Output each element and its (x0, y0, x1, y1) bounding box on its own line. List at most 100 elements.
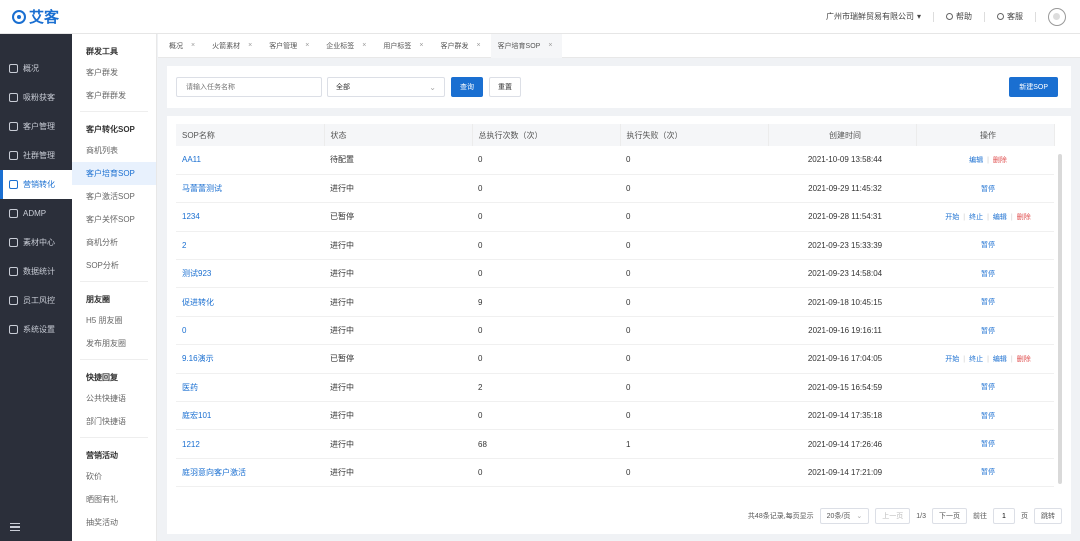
sop-name-link[interactable]: 庭羽意向客户激活 (176, 458, 324, 488)
sidebar-item[interactable]: 素材中心 (0, 228, 72, 257)
action-link[interactable]: 开始 (945, 356, 959, 363)
action-link[interactable]: 删除 (1017, 356, 1031, 363)
close-icon[interactable]: × (362, 42, 366, 49)
sop-name-link[interactable]: 客户培育SOP测试 (176, 486, 324, 496)
subnav-item[interactable]: 客户激活SOP (72, 185, 156, 208)
query-button[interactable]: 查询 (451, 77, 483, 97)
action-link[interactable]: 开始 (945, 214, 959, 221)
action-link[interactable]: 暂停 (981, 186, 995, 193)
total-records: 共48条记录,每页显示 (747, 513, 814, 520)
page-tab[interactable]: 客户群发 × (433, 34, 490, 58)
new-sop-button[interactable]: 新建SOP (1009, 77, 1058, 97)
page-tab[interactable]: 火箭素材 × (205, 34, 262, 58)
company-switcher[interactable]: 广州市瑞鲜贸易有限公司 ▾ (826, 11, 921, 22)
next-page-button[interactable]: 下一页 (932, 508, 967, 524)
action-link[interactable]: 终止 (969, 214, 983, 221)
action-link[interactable]: 暂停 (981, 242, 995, 249)
subnav-item[interactable]: 商机分析 (72, 231, 156, 254)
action-link[interactable]: 删除 (993, 157, 1007, 164)
table-scrollbar[interactable] (1058, 154, 1062, 484)
page-tab[interactable]: 客户管理 × (262, 34, 319, 58)
subnav-item[interactable]: 发布朋友圈 (72, 332, 156, 355)
action-link[interactable]: 暂停 (981, 384, 995, 391)
sidebar-item[interactable]: 社群管理 (0, 141, 72, 170)
status-select[interactable]: 全部 ⌄ (327, 77, 445, 97)
sop-name-link[interactable]: 2 (176, 231, 324, 261)
avatar[interactable] (1048, 7, 1066, 26)
close-icon[interactable]: × (305, 42, 309, 49)
sop-name-link[interactable]: 马蕾蕾测试 (176, 174, 324, 204)
help-label: 帮助 (956, 12, 972, 21)
failed-cell: 0 (620, 259, 768, 289)
page-size-select[interactable]: 20条/页 ⌄ (819, 508, 870, 524)
shield-icon (9, 296, 18, 305)
sidebar-item[interactable]: 概况 (0, 54, 72, 83)
subnav-item[interactable]: H5 朋友圈 (72, 309, 156, 332)
prev-page-button[interactable]: 上一页 (875, 508, 911, 524)
sop-name-link[interactable]: 测试923 (176, 259, 324, 289)
close-icon[interactable]: × (419, 42, 423, 49)
page-tab[interactable]: 企业标签 × (319, 34, 376, 58)
subnav-item[interactable]: 订单返利 (72, 534, 156, 541)
help-link[interactable]: 帮助 (946, 11, 972, 22)
subnav-item[interactable]: 砍价 (72, 465, 156, 488)
close-icon[interactable]: × (191, 42, 195, 49)
close-icon[interactable]: × (476, 42, 480, 49)
action-link[interactable]: 暂停 (981, 469, 995, 476)
subnav-item[interactable]: 商机列表 (72, 139, 156, 162)
action-link[interactable]: 暂停 (981, 299, 995, 306)
sop-name-link[interactable]: 促进转化 (176, 287, 324, 317)
app-logo[interactable]: 艾客 (12, 6, 59, 27)
service-link[interactable]: 客服 (997, 11, 1023, 22)
failed-cell: 0 (620, 373, 768, 403)
action-link[interactable]: 暂停 (981, 413, 995, 420)
goto-page-input[interactable] (993, 508, 1015, 524)
status-select-value: 全部 (336, 84, 350, 91)
sidebar-item[interactable]: 系统设置 (0, 315, 72, 344)
action-link[interactable]: 暂停 (981, 271, 995, 278)
total-cell: 0 (472, 231, 620, 261)
sidebar-item[interactable]: ADMP (0, 199, 72, 228)
page-tab[interactable]: 用户标签 × (376, 34, 433, 58)
action-link[interactable]: 终止 (969, 356, 983, 363)
sop-name-link[interactable]: AA11 (176, 146, 324, 175)
subnav-item[interactable]: SOP分析 (72, 254, 156, 277)
page-tab[interactable]: 概况 × (162, 34, 205, 58)
jump-button[interactable]: 跳转 (1034, 508, 1062, 524)
sop-name-link[interactable]: 1212 (176, 429, 324, 459)
sidebar-item[interactable]: 员工风控 (0, 286, 72, 315)
sop-name-link[interactable]: 医药 (176, 373, 324, 403)
subnav-item[interactable]: 客户群发 (72, 61, 156, 84)
close-icon[interactable]: × (548, 42, 552, 49)
subnav-item[interactable]: 客户培育SOP (72, 162, 156, 185)
subnav-item[interactable]: 客户关怀SOP (72, 208, 156, 231)
subnav-item[interactable]: 公共快捷语 (72, 387, 156, 410)
sidebar-item[interactable]: 客户管理 (0, 112, 72, 141)
sop-name-link[interactable]: 0 (176, 316, 324, 346)
action-link[interactable]: 编辑 (993, 214, 1007, 221)
page-tab[interactable]: 客户培育SOP × (490, 33, 563, 58)
sop-name-link[interactable]: 庭宏101 (176, 401, 324, 431)
reset-button[interactable]: 重置 (489, 77, 521, 97)
task-name-input[interactable] (176, 77, 322, 97)
action-link[interactable]: 编辑 (993, 356, 1007, 363)
sop-name-link[interactable]: 1234 (176, 202, 324, 232)
chevron-down-icon: ▾ (916, 12, 921, 21)
action-link[interactable]: 编辑 (969, 157, 983, 164)
table-row: 9.16演示 已暂停 0 0 2021-09-16 17:04:05 开始 | 终止 | 编辑 | 删… (176, 344, 1054, 374)
sidebar-item[interactable]: 吸粉获客 (0, 83, 72, 112)
close-icon[interactable]: × (248, 42, 252, 49)
action-link[interactable]: 暂停 (981, 441, 995, 448)
subnav-item[interactable]: 晒图有礼 (72, 488, 156, 511)
total-cell: 0 (472, 174, 620, 204)
divider (80, 111, 148, 112)
action-link[interactable]: 暂停 (981, 328, 995, 335)
sidebar-item[interactable]: 数据统计 (0, 257, 72, 286)
subnav-item[interactable]: 客户群群发 (72, 84, 156, 107)
subnav-item[interactable]: 部门快捷语 (72, 410, 156, 433)
collapse-menu-icon[interactable] (10, 523, 20, 531)
action-link[interactable]: 删除 (1017, 214, 1031, 221)
subnav-item[interactable]: 抽奖活动 (72, 511, 156, 534)
sop-name-link[interactable]: 9.16演示 (176, 344, 324, 374)
sidebar-item[interactable]: 营销转化 (0, 170, 72, 199)
